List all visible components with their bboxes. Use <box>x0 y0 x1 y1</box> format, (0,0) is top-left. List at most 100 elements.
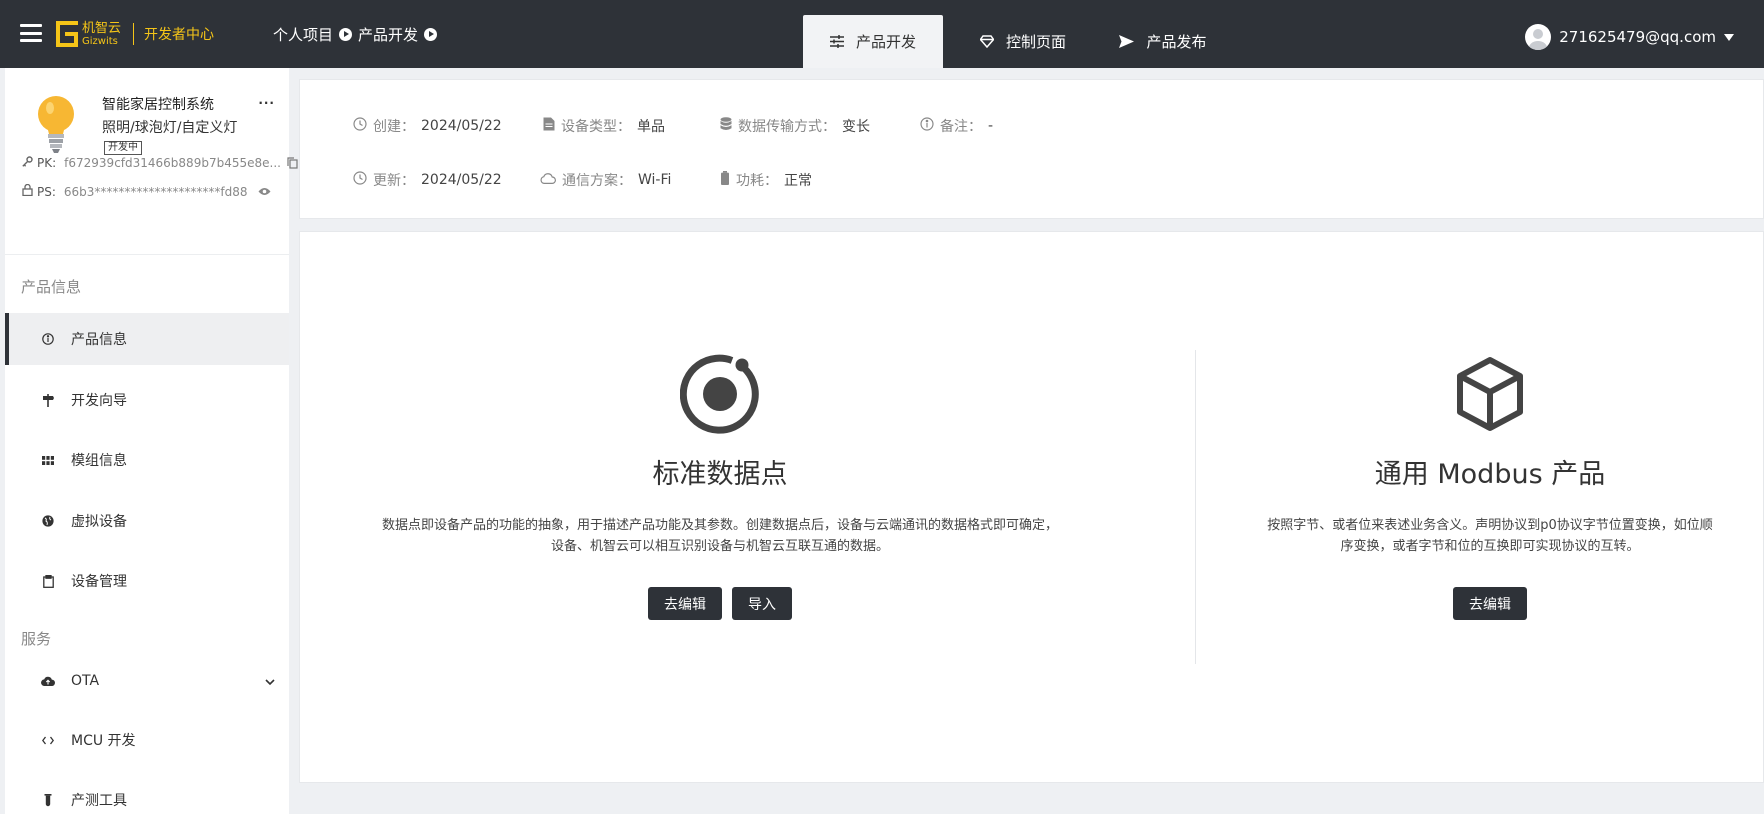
clipboard-icon <box>41 574 55 588</box>
sidebar-item-ota[interactable]: OTA <box>5 655 289 707</box>
sidebar-item-label: 设备管理 <box>71 574 127 590</box>
power-field: 功耗： 正常 <box>720 170 812 190</box>
modbus-desc-line: 序变换，或者字节和位的互换即可实现协议的互转。 <box>1340 539 1640 554</box>
note-value: - <box>988 118 994 134</box>
transfer-value: 变长 <box>842 119 870 135</box>
edit-button[interactable]: 去编辑 <box>1453 587 1527 620</box>
power-value: 正常 <box>784 173 812 189</box>
eye-icon[interactable] <box>258 187 271 196</box>
section-product-info: 产品信息 <box>21 278 82 296</box>
clock-icon <box>353 117 367 135</box>
avatar <box>1525 24 1552 50</box>
document-icon <box>543 117 555 135</box>
grid-icon <box>41 453 55 467</box>
product-name: 智能家居控制系统 <box>102 97 214 113</box>
modbus-title: 通用 Modbus 产品 <box>1374 459 1606 490</box>
import-button[interactable]: 导入 <box>732 587 792 620</box>
sidebar-item-virtual-device[interactable]: 虚拟设备 <box>5 495 289 547</box>
comm-label: 通信方案： <box>562 173 632 189</box>
tab-product-release[interactable]: 产品发布 <box>1093 15 1233 68</box>
modbus-desc-line: 按照字节、或者位来表述业务含义。声明协议到p0协议字节位置变换，如位顺 <box>1267 518 1713 533</box>
database-icon <box>720 117 732 135</box>
breadcrumb: 个人项目 产品开发 <box>273 24 443 45</box>
info-icon <box>920 117 934 135</box>
diamond-icon <box>979 35 994 48</box>
top-bar: 机智云 Gizwits 开发者中心 个人项目 产品开发 产品开发 控制页面 产品… <box>0 0 1764 68</box>
sidebar-divider <box>5 254 289 255</box>
copy-icon[interactable] <box>287 157 298 169</box>
created-field: 创建： 2024/05/22 <box>353 116 502 136</box>
modbus-actions: 去编辑 <box>1453 587 1527 620</box>
transfer-label: 数据传输方式： <box>738 119 836 135</box>
sidebar-item-module-info[interactable]: 模组信息 <box>5 434 289 486</box>
sidebar: 智能家居控制系统 照明/球泡灯/自定义灯 开发中 ··· PK: f672939… <box>5 68 298 814</box>
standard-title: 标准数据点 <box>652 459 788 490</box>
sidebar-item-mcu-dev[interactable]: MCU 开发 <box>5 714 289 766</box>
status-badge: 开发中 <box>104 141 142 155</box>
breadcrumb-product-dev[interactable]: 产品开发 <box>358 24 418 45</box>
clock-icon <box>353 171 367 189</box>
standard-data-point-panel: 标准数据点 数据点即设备产品的功能的抽象，用于描述产品功能及其参数。创建数据点后… <box>360 354 1080 620</box>
cloud-icon <box>540 172 556 188</box>
cube-icon <box>1450 354 1530 438</box>
modbus-description: 按照字节、或者位来表述业务含义。声明协议到p0协议字节位置变换，如位顺 序变换，… <box>1267 515 1713 557</box>
battery-icon <box>720 171 730 189</box>
menu-icon[interactable] <box>20 24 42 42</box>
sidebar-item-production-test[interactable]: 产测工具 <box>5 774 289 814</box>
lock-icon <box>22 183 33 199</box>
sidebar-item-label: 模组信息 <box>71 453 127 469</box>
sidebar-item-label: OTA <box>71 673 100 689</box>
user-menu[interactable]: 271625479@qq.com <box>1525 24 1734 50</box>
comm-field: 通信方案： Wi-Fi <box>540 170 671 190</box>
info-icon <box>41 332 55 346</box>
sidebar-item-device-management[interactable]: 设备管理 <box>5 555 289 607</box>
sidebar-item-label: 虚拟设备 <box>71 514 127 530</box>
ps-row: PS: 66b3*********************fd88 <box>22 183 271 199</box>
breadcrumb-arrow-icon[interactable] <box>339 28 353 41</box>
device-type-label: 设备类型： <box>561 119 631 135</box>
pk-row: PK: f672939cfd31466b889b7b455e8e... <box>22 156 298 170</box>
breadcrumb-personal-project[interactable]: 个人项目 <box>273 24 333 45</box>
signpost-icon <box>41 393 55 407</box>
ps-label: PS: <box>37 184 56 199</box>
ps-value: 66b3*********************fd88 <box>63 184 248 199</box>
pk-label: PK: <box>37 156 57 170</box>
developer-center-label: 开发者中心 <box>144 27 215 43</box>
tab-product-dev[interactable]: 产品开发 <box>803 15 943 68</box>
standard-actions: 去编辑 导入 <box>648 587 792 620</box>
chevron-down-icon[interactable] <box>265 674 275 690</box>
edit-button[interactable]: 去编辑 <box>648 587 722 620</box>
updated-label: 更新： <box>373 173 415 189</box>
cloud-upload-icon <box>41 674 55 688</box>
tab-control-page[interactable]: 控制页面 <box>953 15 1093 68</box>
sidebar-item-label: 产品信息 <box>71 332 127 348</box>
device-type-value: 单品 <box>637 119 665 135</box>
test-tube-icon <box>41 793 55 807</box>
lightbulb-icon <box>33 94 79 156</box>
logo-divider <box>133 23 135 45</box>
sidebar-item-dev-guide[interactable]: 开发向导 <box>5 374 289 426</box>
more-options-button[interactable]: ··· <box>258 96 275 110</box>
sidebar-item-product-info[interactable]: 产品信息 <box>5 313 289 365</box>
sidebar-item-label: MCU 开发 <box>71 733 136 749</box>
logo-en-text: Gizwits <box>82 35 118 47</box>
code-icon <box>41 733 55 747</box>
sidebar-item-label: 产测工具 <box>71 793 127 809</box>
comm-value: Wi-Fi <box>638 172 672 188</box>
pk-value: f672939cfd31466b889b7b455e8e... <box>64 156 281 170</box>
breadcrumb-arrow-icon[interactable] <box>424 28 438 41</box>
updated-value: 2024/05/22 <box>421 172 502 188</box>
user-email: 271625479@qq.com <box>1559 28 1716 46</box>
send-icon <box>1119 35 1135 48</box>
logo-cn-text: 机智云 <box>82 20 122 36</box>
standard-desc-line: 数据点即设备产品的功能的抽象，用于描述产品功能及其参数。创建数据点后，设备与云端… <box>381 518 1058 533</box>
note-field: 备注： - <box>920 116 993 136</box>
standard-description: 数据点即设备产品的功能的抽象，用于描述产品功能及其参数。创建数据点后，设备与云端… <box>382 515 1058 557</box>
gizwits-logo-icon <box>56 21 78 47</box>
sliders-icon <box>829 35 844 48</box>
globe-icon <box>41 514 55 528</box>
updated-field: 更新： 2024/05/22 <box>353 170 502 190</box>
power-label: 功耗： <box>736 173 778 189</box>
section-service: 服务 <box>21 630 52 648</box>
logo[interactable]: 机智云 Gizwits 开发者中心 <box>56 19 214 49</box>
